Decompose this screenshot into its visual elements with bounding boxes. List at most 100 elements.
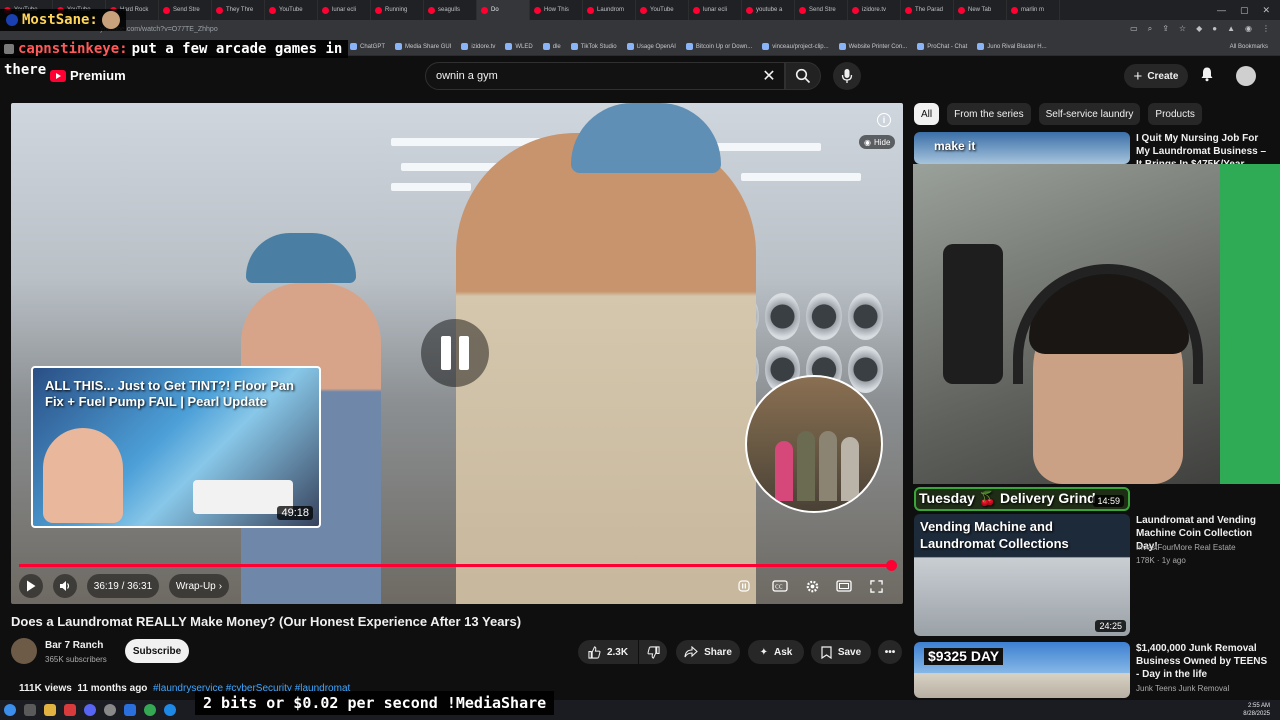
bookmark-item[interactable]: Media Share GUI [395,43,451,50]
bookmark-item[interactable]: WLED [505,43,533,50]
save-button[interactable]: Save [811,640,871,664]
theater-mode-icon[interactable] [835,577,853,595]
video-player[interactable]: i ◉ Hide ALL THIS... Just to Get TINT?! … [11,103,903,604]
bookmark-item[interactable]: dle [542,43,561,50]
cast-icon[interactable]: ▭ [1130,24,1138,34]
browser-tab[interactable]: Send Stre [159,0,212,20]
youtube-premium-logo[interactable]: Premium [50,68,126,83]
browser-tab[interactable]: They Thre [212,0,265,20]
zoom-icon[interactable]: ⌕ [1148,24,1152,34]
browser-tab[interactable]: Send Stre [795,0,848,20]
filter-chip[interactable]: Self-service laundry [1038,103,1141,125]
browser-tab[interactable]: seagulls [424,0,477,20]
search-taskbar-icon[interactable] [24,704,36,716]
maximize-icon[interactable]: ▢ [1240,5,1249,16]
voice-search-button[interactable] [833,62,861,90]
recommended-video[interactable]: make it I Quit My Nursing Job For My Lau… [914,132,1274,164]
share-button[interactable]: Share [676,640,740,664]
recommended-channel[interactable]: InvestFourMore Real Estate [1136,543,1272,552]
recommended-video[interactable]: Vending Machine and Laundromat Collectio… [914,514,1274,636]
filter-chip[interactable]: From the series [947,103,1031,125]
search-button[interactable] [785,62,821,90]
settings-gear-icon[interactable] [803,577,821,595]
extension-icon[interactable]: ▲ [1227,24,1235,34]
browser-tab[interactable]: Running [371,0,424,20]
browser-tab[interactable]: Do [477,0,530,20]
minimize-icon[interactable]: — [1217,5,1226,15]
bookmark-item[interactable]: ProChat - Chat [917,43,967,50]
progress-scrubber[interactable] [885,560,897,571]
bookmark-icon [570,43,578,50]
info-icon[interactable]: i [877,113,891,127]
hide-endscreen-button[interactable]: ◉ Hide [859,135,896,149]
pause-overlay-icon[interactable] [421,319,489,387]
chrome-icon[interactable] [144,704,156,716]
browser-tab[interactable]: New Tab [954,0,1007,20]
extension-icon[interactable]: ◆ [1196,24,1202,34]
fullscreen-icon[interactable] [867,577,885,595]
browser-tab[interactable]: Laundrom [583,0,636,20]
play-button[interactable] [19,574,43,598]
channel-name[interactable]: Bar 7 Ranch [45,640,103,651]
profile-icon[interactable]: ◉ [1245,24,1252,34]
bookmark-item[interactable]: Website Printer Con... [838,43,907,50]
browser-tab[interactable]: The Parad [901,0,954,20]
tab-label: Send Stre [173,7,200,13]
save-label: Save [837,646,862,658]
user-avatar[interactable] [1236,66,1256,86]
browser-tab[interactable]: lunar ecli [689,0,742,20]
subscribe-button[interactable]: Subscribe [125,639,189,663]
browser-tab[interactable]: How This [530,0,583,20]
chapter-button[interactable]: Wrap-Up › [169,574,229,598]
tab-favicon-icon [905,6,912,14]
recommended-video[interactable]: $9325 DAY $1,400,000 Junk Removal Busine… [914,642,1274,698]
app-icon[interactable] [124,704,136,716]
bookmark-item[interactable]: Bitcoin Up or Down... [685,43,752,50]
endscreen-channel-card[interactable] [745,375,883,513]
recommended-channel[interactable]: Junk Teens Junk Removal [1136,684,1272,693]
system-clock[interactable]: 2:55 AM 8/28/2025 [1243,702,1270,718]
clear-search-icon[interactable]: ✕ [754,66,784,86]
like-button[interactable]: 2.3K [578,640,638,664]
channel-avatar[interactable] [11,638,37,664]
app-icon[interactable] [104,704,116,716]
app-icon[interactable] [164,704,176,716]
star-icon[interactable]: ☆ [1179,24,1186,34]
tab-favicon-icon [481,6,488,14]
bookmark-item[interactable]: Usage OpenAI [626,43,676,50]
extension-icon[interactable]: ● [1212,24,1217,34]
browser-tab[interactable]: YouTube [265,0,318,20]
more-actions-button[interactable]: ••• [878,640,902,664]
bookmark-item[interactable]: izidore.tv [461,43,495,50]
start-icon[interactable] [4,704,16,716]
browser-tab[interactable]: marlin m [1007,0,1060,20]
bookmark-item[interactable]: TikTok Studio [570,43,617,50]
captions-icon[interactable]: CC [771,577,789,595]
close-icon[interactable]: ✕ [1262,5,1270,16]
browser-tab[interactable]: lunar ecli [318,0,371,20]
bookmark-item[interactable]: vinceau/project-clip... [762,43,829,50]
ask-button[interactable]: ✦ Ask [748,640,804,664]
search-input[interactable]: ownin a gym [436,70,754,82]
discord-icon[interactable] [84,704,96,716]
dislike-button[interactable] [639,640,667,664]
app-icon[interactable] [64,704,76,716]
bookmark-item[interactable]: ChatGPT [350,43,385,50]
volume-button[interactable] [53,574,77,598]
create-button[interactable]: + Create [1124,64,1188,88]
miniplayer-pause-icon[interactable] [735,577,753,595]
recommended-video[interactable]: Tuesday 🍒 Delivery Grind 14:59 [914,487,1274,511]
endscreen-video-card[interactable]: ALL THIS... Just to Get TINT?! Floor Pan… [31,366,321,528]
all-bookmarks-button[interactable]: All Bookmarks [1230,44,1280,50]
browser-tab[interactable]: izidore.tv [848,0,901,20]
notifications-bell-icon[interactable] [1199,66,1215,85]
share-icon[interactable]: ⇪ [1162,24,1169,34]
browser-tab[interactable]: YouTube [636,0,689,20]
file-explorer-icon[interactable] [44,704,56,716]
bookmark-item[interactable]: Juno Rival Blaster H... [977,43,1047,50]
browser-tab[interactable]: youtube a [742,0,795,20]
progress-bar[interactable] [19,560,897,571]
filter-chip[interactable]: All [914,103,940,125]
filter-chip[interactable]: Products [1148,103,1202,125]
menu-icon[interactable]: ⋮ [1262,24,1270,34]
